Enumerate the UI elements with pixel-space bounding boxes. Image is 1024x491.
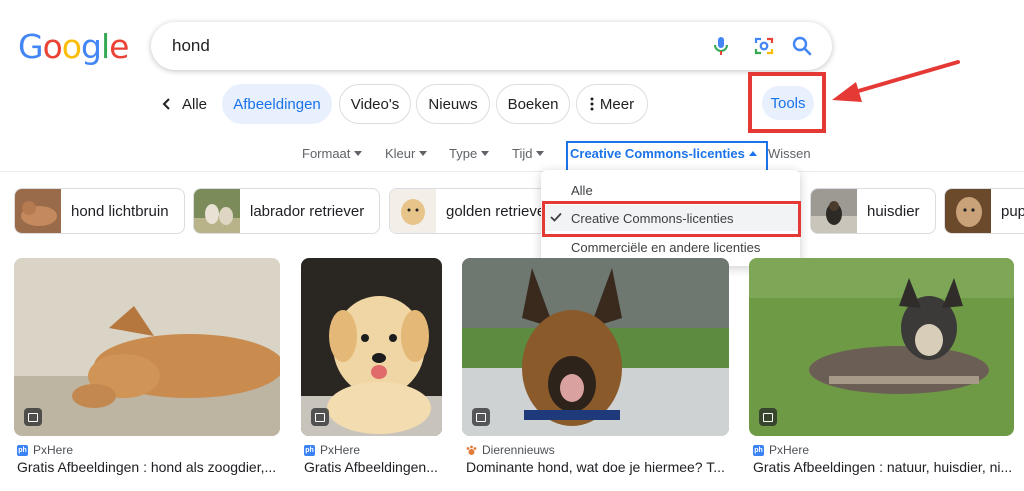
tab-images[interactable]: Afbeeldingen: [222, 84, 332, 124]
filter-type[interactable]: Type: [449, 146, 490, 161]
annotation-arrow-icon: [832, 60, 960, 102]
result-source[interactable]: ph PxHere: [17, 443, 73, 457]
result-source[interactable]: ph PxHere: [304, 443, 360, 457]
logo-letter: g: [80, 27, 102, 66]
image-badge-icon: [24, 408, 42, 426]
filter-type-label: Type: [449, 146, 478, 161]
chip-label: labrador retriever: [250, 202, 365, 220]
chip-label: golden retrieve: [446, 202, 546, 220]
lens-camera-icon[interactable]: [752, 34, 776, 58]
filter-color-label: Kleur: [385, 146, 416, 161]
tab-more-label: Meer: [599, 95, 635, 113]
result-source[interactable]: Dierennieuws: [466, 443, 555, 457]
result-image: [462, 258, 729, 436]
caret-up-icon: [748, 151, 757, 156]
source-name: PxHere: [33, 443, 74, 457]
tab-more[interactable]: Meer: [576, 84, 648, 124]
logo-letter: e: [109, 27, 129, 66]
tools-button[interactable]: Tools: [762, 86, 814, 120]
tab-all-label: Alle: [182, 95, 208, 113]
microphone-icon[interactable]: [709, 34, 733, 58]
related-chip[interactable]: labrador retriever: [193, 188, 380, 234]
logo-letter: l: [100, 27, 110, 66]
image-badge-icon: [472, 408, 490, 426]
image-result[interactable]: [749, 258, 1014, 436]
tab-books[interactable]: Boeken: [496, 84, 570, 124]
result-caption[interactable]: Gratis Afbeeldingen...: [304, 459, 443, 475]
image-result[interactable]: [14, 258, 280, 436]
dropdown-option-commercial[interactable]: Commerciële en andere licenties: [541, 234, 800, 260]
clear-filters-link[interactable]: Wissen: [768, 146, 811, 161]
chip-label: hond lichtbruin: [71, 202, 169, 220]
filter-license-label: Creative Commons-licenties: [570, 146, 745, 161]
filter-time-label: Tijd: [512, 146, 533, 161]
result-caption[interactable]: Gratis Afbeeldingen : natuur, huisdier, …: [753, 459, 1015, 475]
logo-letter: o: [61, 27, 82, 66]
caret-down-icon: [481, 151, 490, 156]
result-caption[interactable]: Gratis Afbeeldingen : hond als zoogdier,…: [17, 459, 281, 475]
tools-highlight-box: Tools: [748, 72, 826, 133]
result-image: [14, 258, 280, 436]
related-chip[interactable]: huisdier: [810, 188, 936, 234]
chevron-left-icon: [162, 98, 170, 110]
image-result[interactable]: [301, 258, 442, 436]
filter-size-label: Formaat: [302, 146, 351, 161]
more-vert-icon: [590, 97, 594, 111]
tab-all[interactable]: Alle: [160, 84, 207, 124]
chip-thumbnail: [390, 189, 436, 233]
chip-label: pup: [1001, 202, 1024, 220]
selected-option-highlight-box: [542, 201, 801, 237]
filter-size[interactable]: Formaat: [302, 146, 363, 161]
tab-news[interactable]: Nieuws: [416, 84, 490, 124]
related-chip[interactable]: hond lichtbruin: [14, 188, 185, 234]
tab-videos[interactable]: Video's: [339, 84, 411, 124]
result-caption[interactable]: Dominante hond, wat doe je hiermee? T...: [466, 459, 730, 475]
search-icon[interactable]: [790, 34, 814, 58]
source-name: PxHere: [769, 443, 810, 457]
divider: [0, 171, 1024, 172]
logo-letter: G: [18, 27, 44, 66]
search-box[interactable]: hond: [151, 22, 832, 70]
chip-thumbnail: [945, 189, 991, 233]
filter-color[interactable]: Kleur: [385, 146, 428, 161]
related-chip[interactable]: golden retrieve: [389, 188, 547, 234]
filter-license[interactable]: Creative Commons-licenties: [570, 146, 757, 161]
result-image: [749, 258, 1014, 436]
image-badge-icon: [759, 408, 777, 426]
related-chip[interactable]: pup: [944, 188, 1024, 234]
pxhere-icon: ph: [753, 444, 764, 456]
chip-thumbnail: [194, 189, 240, 233]
image-badge-icon: [311, 408, 329, 426]
image-result[interactable]: [462, 258, 729, 436]
dropdown-option-all[interactable]: Alle: [541, 177, 800, 203]
search-input[interactable]: hond: [172, 36, 210, 56]
chip-label: huisdier: [867, 202, 920, 220]
caret-down-icon: [419, 151, 428, 156]
chip-thumbnail: [811, 189, 857, 233]
pxhere-icon: ph: [304, 444, 315, 456]
source-name: Dierennieuws: [482, 443, 555, 457]
google-logo[interactable]: Google: [18, 27, 129, 66]
chip-thumbnail: [15, 189, 61, 233]
source-name: PxHere: [320, 443, 361, 457]
filter-time[interactable]: Tijd: [512, 146, 545, 161]
paw-icon: [466, 445, 477, 455]
pxhere-icon: ph: [17, 444, 28, 456]
caret-down-icon: [354, 151, 363, 156]
result-source[interactable]: ph PxHere: [753, 443, 809, 457]
logo-letter: o: [42, 27, 63, 66]
caret-down-icon: [536, 151, 545, 156]
